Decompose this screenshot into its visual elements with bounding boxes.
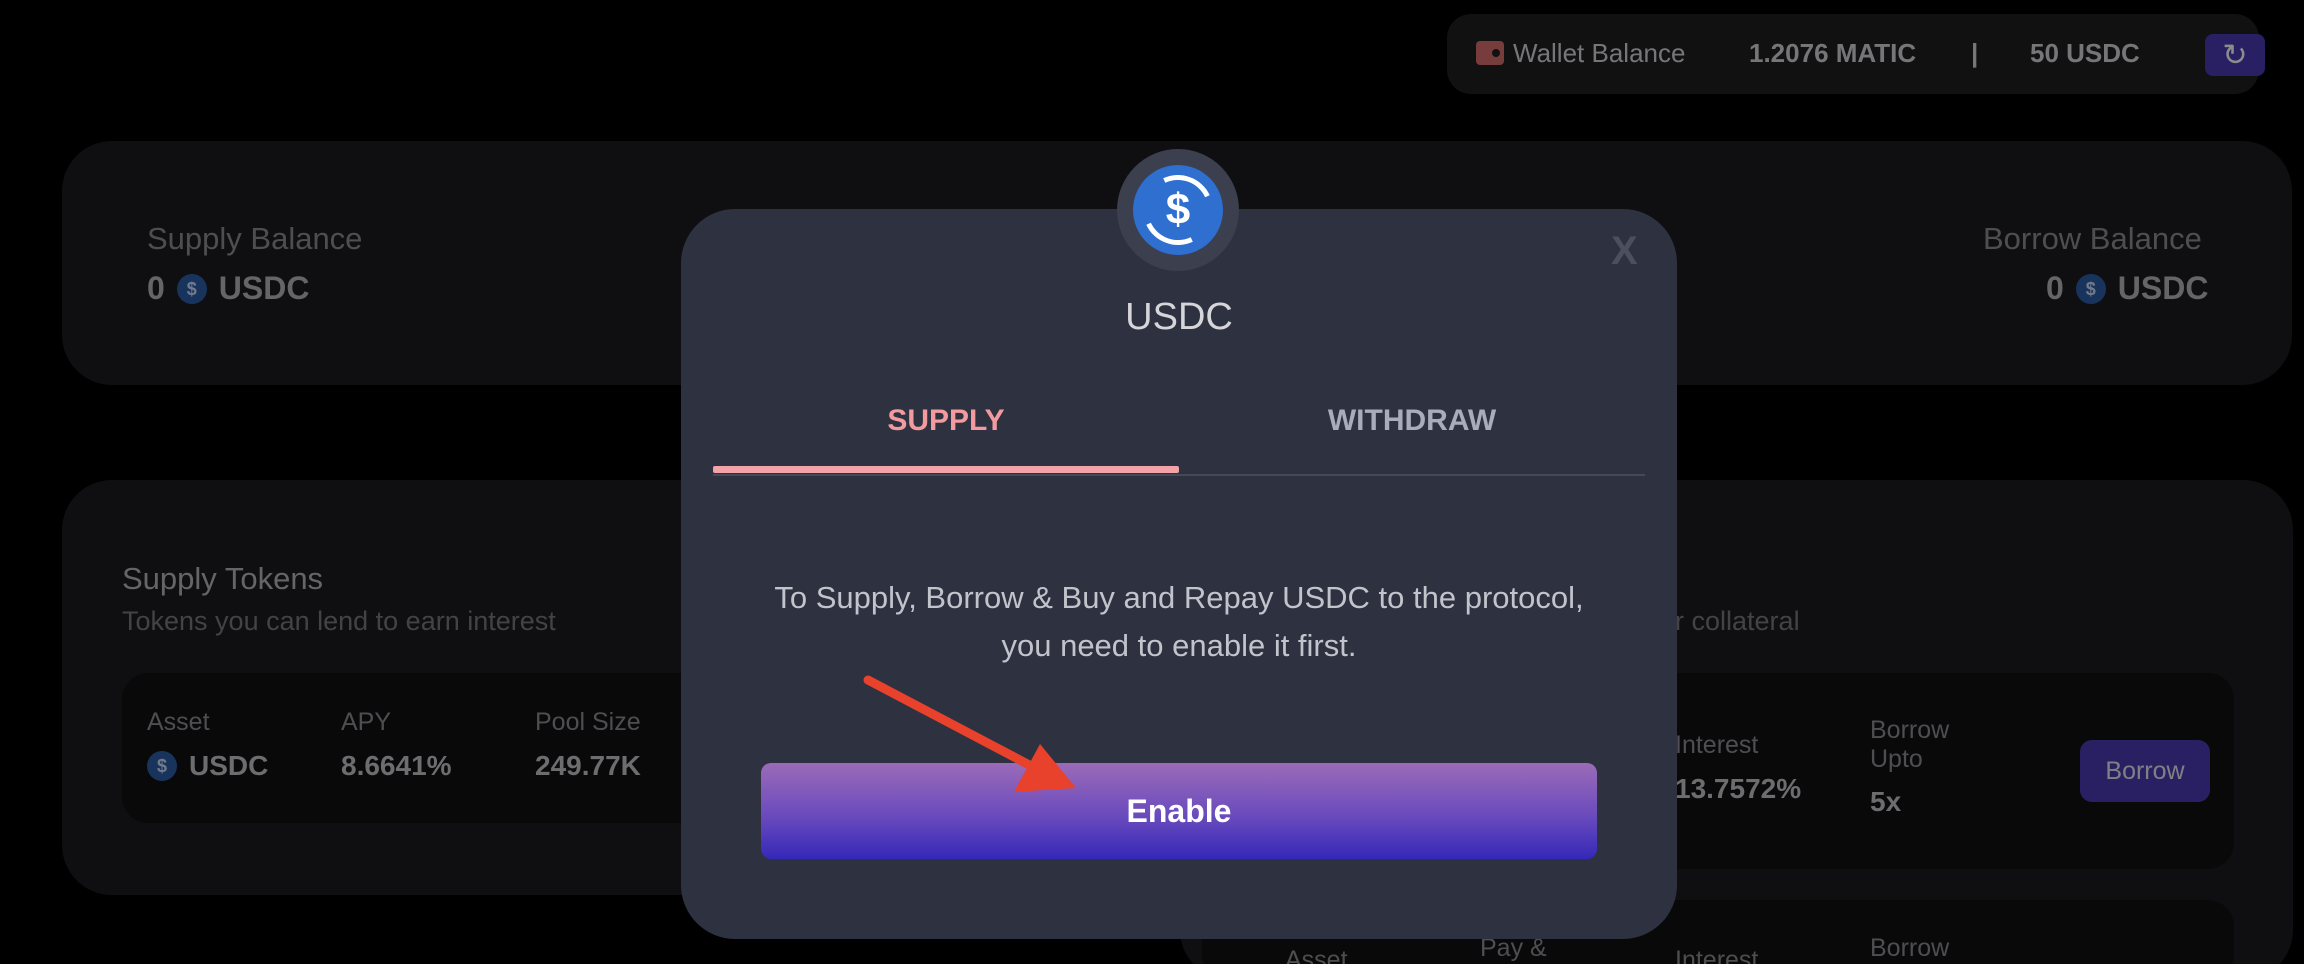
enable-message: To Supply, Borrow & Buy and Repay USDC t…	[774, 580, 1584, 663]
usdc-coin-icon: $	[1133, 165, 1223, 255]
modal-coin-badge: $	[1117, 149, 1239, 271]
tab-withdraw[interactable]: WITHDRAW	[1179, 404, 1645, 438]
close-button[interactable]: X	[1611, 229, 1638, 274]
modal-title: USDC	[1125, 296, 1233, 338]
active-tab-indicator	[713, 466, 1179, 473]
annotation-arrow-icon	[863, 675, 1076, 792]
tab-divider	[713, 474, 1645, 476]
tab-supply[interactable]: SUPPLY	[713, 404, 1179, 438]
